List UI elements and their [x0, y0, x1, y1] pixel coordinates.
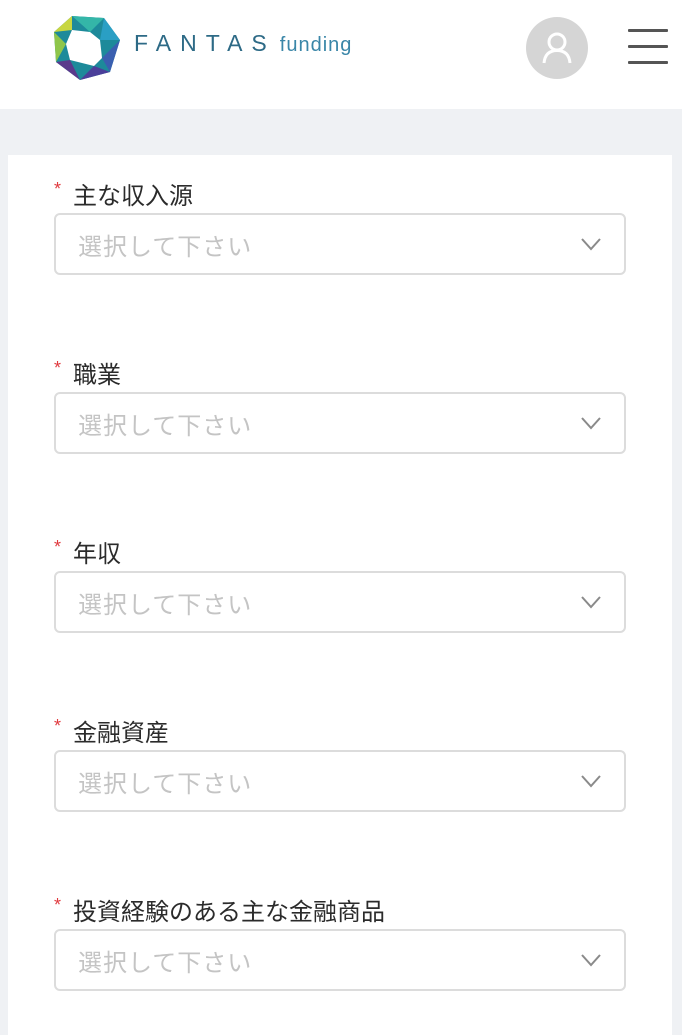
- field-income-source: * 主な収入源 選択して下さい: [54, 175, 626, 275]
- select-placeholder: 選択して下さい: [78, 232, 253, 261]
- brand-sub-text: funding: [279, 34, 353, 56]
- user-icon: [542, 32, 572, 64]
- required-mark: *: [54, 357, 62, 378]
- select-placeholder: 選択して下さい: [78, 411, 253, 440]
- chevron-down-icon: [581, 596, 601, 609]
- brand-main-text: FANTAS: [134, 30, 276, 56]
- field-label: * 年収: [54, 533, 626, 569]
- hamburger-menu-button[interactable]: [626, 27, 670, 67]
- field-label-text: 投資経験のある主な金融商品: [73, 897, 385, 926]
- select-placeholder: 選択して下さい: [78, 769, 253, 798]
- income-source-select[interactable]: 選択して下さい: [54, 213, 626, 275]
- field-label-text: 年収: [73, 539, 121, 568]
- form-card: * 主な収入源 選択して下さい * 職業 選択して下さい * 年収 選択して下さ…: [8, 155, 672, 1035]
- hamburger-menu-icon-line: [628, 45, 668, 48]
- annual-income-select[interactable]: 選択して下さい: [54, 571, 626, 633]
- field-occupation: * 職業 選択して下さい: [54, 354, 626, 454]
- hamburger-menu-icon-line: [628, 61, 668, 64]
- select-placeholder: 選択して下さい: [78, 948, 253, 977]
- occupation-select[interactable]: 選択して下さい: [54, 392, 626, 454]
- required-mark: *: [54, 715, 62, 736]
- required-mark: *: [54, 536, 62, 557]
- field-label-text: 金融資産: [73, 718, 169, 747]
- required-mark: *: [54, 894, 62, 915]
- field-label: * 職業: [54, 354, 626, 390]
- field-annual-income: * 年収 選択して下さい: [54, 533, 626, 633]
- required-mark: *: [54, 178, 62, 199]
- select-placeholder: 選択して下さい: [78, 590, 253, 619]
- field-label-text: 主な収入源: [73, 181, 193, 210]
- investment-experience-select[interactable]: 選択して下さい: [54, 929, 626, 991]
- site-header: FANTAS funding: [0, 0, 682, 109]
- field-label: * 金融資産: [54, 712, 626, 748]
- chevron-down-icon: [581, 417, 601, 430]
- account-button[interactable]: [526, 17, 588, 79]
- chevron-down-icon: [581, 775, 601, 788]
- field-financial-assets: * 金融資産 選択して下さい: [54, 712, 626, 812]
- field-label-text: 職業: [73, 360, 121, 389]
- field-investment-experience: * 投資経験のある主な金融商品 選択して下さい: [54, 891, 626, 991]
- chevron-down-icon: [581, 954, 601, 967]
- fantas-logo-icon[interactable]: [52, 14, 122, 82]
- chevron-down-icon: [581, 238, 601, 251]
- field-label: * 投資経験のある主な金融商品: [54, 891, 626, 927]
- financial-assets-select[interactable]: 選択して下さい: [54, 750, 626, 812]
- brand-name[interactable]: FANTAS funding: [134, 30, 352, 66]
- field-label: * 主な収入源: [54, 175, 626, 211]
- hamburger-menu-icon: [628, 29, 668, 32]
